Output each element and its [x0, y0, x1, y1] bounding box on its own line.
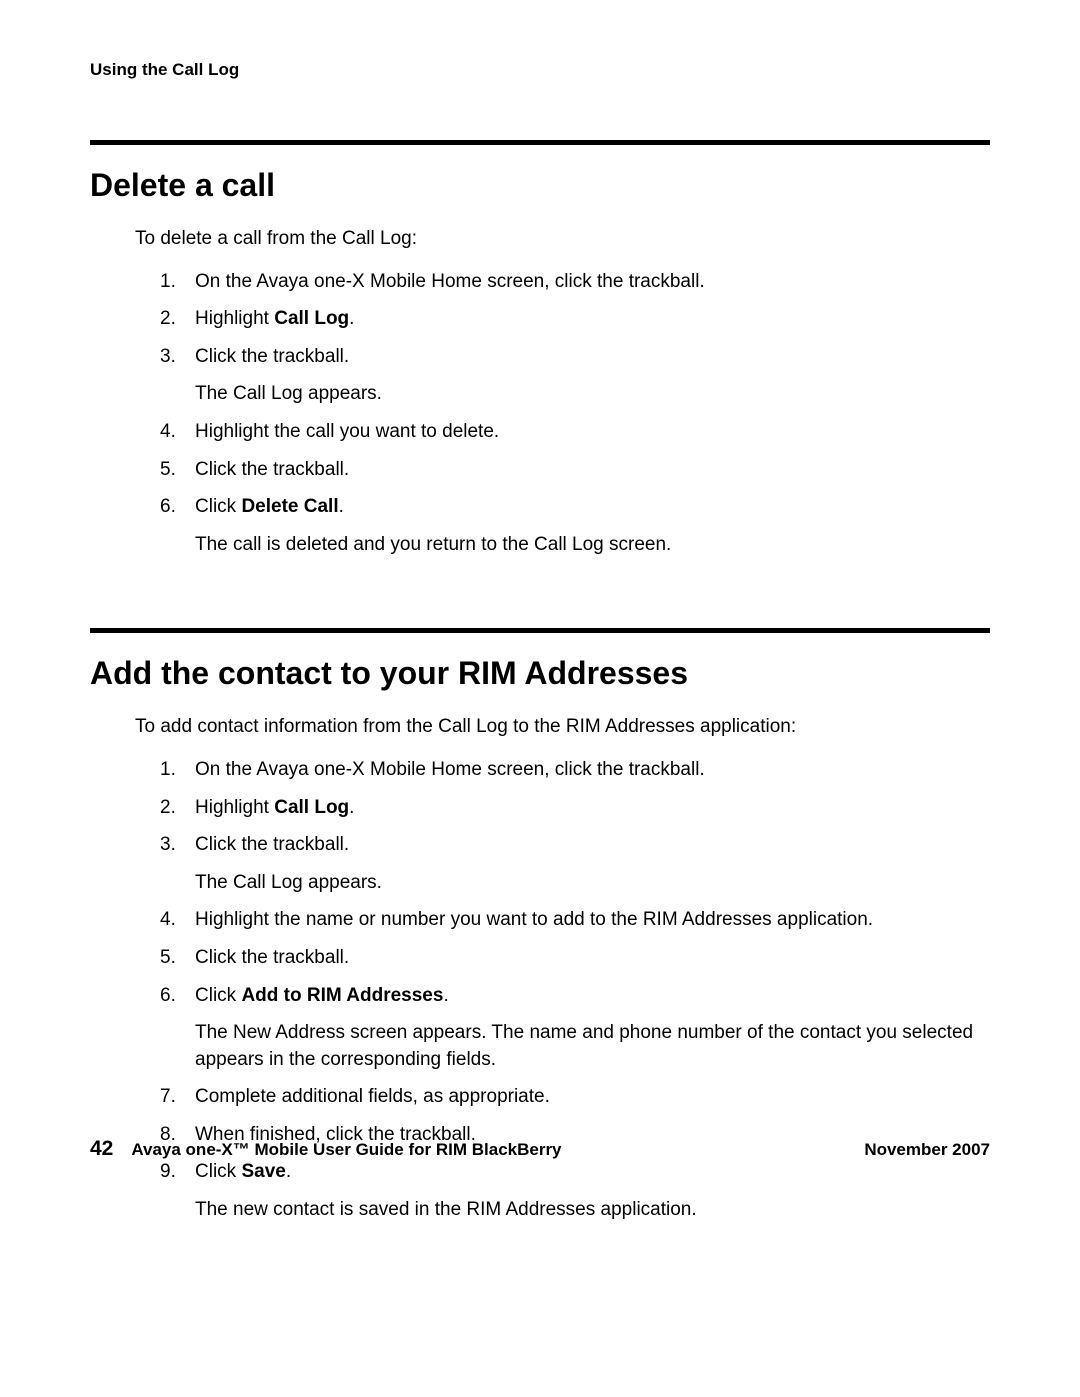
step-item: 6. Click Add to RIM Addresses. The New Add…: [160, 983, 990, 1074]
step-number: 7.: [160, 1084, 176, 1111]
step-item: 1. On the Avaya one-X Mobile Home screen,…: [160, 269, 990, 296]
section-divider: [90, 140, 990, 145]
step-item: 2. Highlight Call Log.: [160, 306, 990, 333]
step-item: 4. Highlight the call you want to delete.: [160, 419, 990, 446]
step-text: On the Avaya one-X Mobile Home screen, c…: [195, 757, 990, 784]
section: Delete a call To delete a call from the C…: [90, 140, 990, 558]
footer-title: Avaya one-X™ Mobile User Guide for RIM B…: [131, 1140, 561, 1160]
step-text: Click the trackball.: [195, 832, 990, 859]
page-number: 42: [90, 1137, 113, 1161]
page-header: Using the Call Log: [90, 60, 990, 80]
step-result: The Call Log appears.: [195, 381, 990, 408]
step-result: The Call Log appears.: [195, 870, 990, 897]
step-item: 2. Highlight Call Log.: [160, 795, 990, 822]
step-item: 5. Click the trackball.: [160, 457, 990, 484]
section-divider: [90, 628, 990, 633]
step-list: 1. On the Avaya one-X Mobile Home screen,…: [160, 269, 990, 559]
step-number: 4.: [160, 907, 176, 934]
step-item: 9. Click Save. The new contact is saved in…: [160, 1159, 990, 1223]
step-number: 6.: [160, 983, 176, 1010]
step-text: Complete additional fields, as appropria…: [195, 1084, 990, 1111]
bold-text: Delete Call: [241, 496, 338, 517]
step-number: 5.: [160, 457, 176, 484]
section-heading: Delete a call: [90, 167, 990, 204]
bold-text: Call Log: [274, 308, 349, 329]
step-text: Click Save.: [195, 1159, 990, 1186]
step-text: On the Avaya one-X Mobile Home screen, c…: [195, 269, 990, 296]
step-text: Highlight Call Log.: [195, 795, 990, 822]
step-item: 5. Click the trackball.: [160, 945, 990, 972]
step-item: 1. On the Avaya one-X Mobile Home screen,…: [160, 757, 990, 784]
section-heading: Add the contact to your RIM Addresses: [90, 655, 990, 692]
page-footer: 42 Avaya one-X™ Mobile User Guide for RI…: [90, 1137, 990, 1161]
step-number: 2.: [160, 795, 176, 822]
footer-date: November 2007: [864, 1140, 990, 1160]
bold-text: Call Log: [274, 797, 349, 818]
step-text: Highlight the call you want to delete.: [195, 419, 990, 446]
step-text: Click the trackball.: [195, 457, 990, 484]
step-result: The new contact is saved in the RIM Addr…: [195, 1197, 990, 1224]
step-text: Click the trackball.: [195, 945, 990, 972]
step-text: Highlight the name or number you want to…: [195, 907, 990, 934]
step-number: 2.: [160, 306, 176, 333]
step-item: 6. Click Delete Call. The call is deleted …: [160, 494, 990, 558]
step-item: 3. Click the trackball. The Call Log appea…: [160, 832, 990, 896]
step-item: 4. Highlight the name or number you want …: [160, 907, 990, 934]
step-text: Click Add to RIM Addresses.: [195, 983, 990, 1010]
step-number: 5.: [160, 945, 176, 972]
step-number: 4.: [160, 419, 176, 446]
step-number: 1.: [160, 757, 176, 784]
step-item: 3. Click the trackball. The Call Log appea…: [160, 344, 990, 408]
section-intro: To delete a call from the Call Log:: [135, 226, 990, 253]
step-number: 1.: [160, 269, 176, 296]
step-result: The call is deleted and you return to th…: [195, 532, 990, 559]
step-result: The New Address screen appears. The name…: [195, 1020, 990, 1073]
step-text: Click the trackball.: [195, 344, 990, 371]
step-text: Highlight Call Log.: [195, 306, 990, 333]
section: Add the contact to your RIM Addresses To …: [90, 628, 990, 1223]
bold-text: Add to RIM Addresses: [241, 985, 443, 1006]
bold-text: Save: [241, 1161, 285, 1182]
step-number: 6.: [160, 494, 176, 521]
sections-container: Delete a call To delete a call from the C…: [90, 140, 990, 1224]
step-number: 3.: [160, 832, 176, 859]
step-text: Click Delete Call.: [195, 494, 990, 521]
step-item: 7. Complete additional fields, as appropr…: [160, 1084, 990, 1111]
section-intro: To add contact information from the Call…: [135, 714, 990, 741]
step-number: 3.: [160, 344, 176, 371]
step-number: 9.: [160, 1159, 176, 1186]
